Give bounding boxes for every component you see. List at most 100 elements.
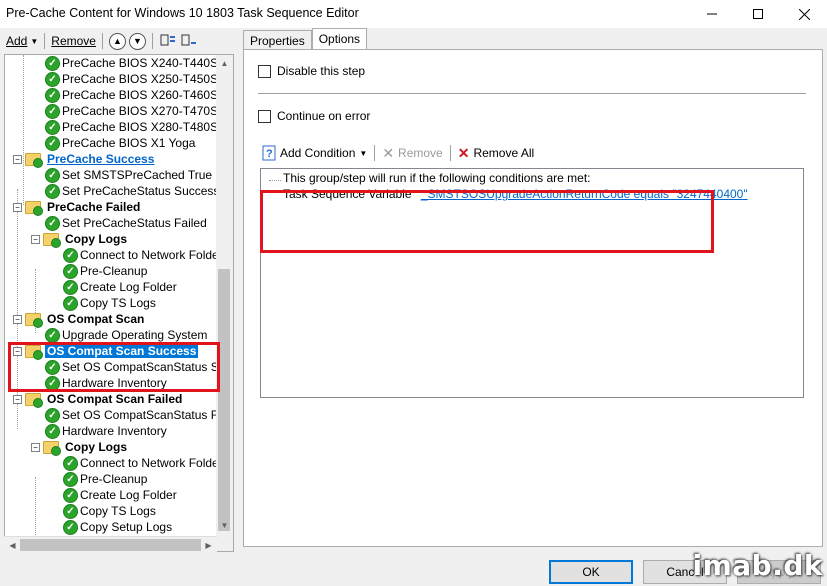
- close-button[interactable]: [781, 0, 827, 28]
- collapse-toggle-icon[interactable]: −: [13, 314, 22, 324]
- success-check-icon: ✓: [45, 167, 60, 183]
- tree-item[interactable]: ✓ PreCache BIOS X1 Yoga: [45, 135, 197, 151]
- success-check-icon: ✓: [63, 519, 78, 535]
- scroll-down-icon[interactable]: ▼: [216, 517, 233, 534]
- tree-item[interactable]: ✓ Connect to Network Folder: [63, 455, 225, 471]
- toolbar-divider: [374, 145, 376, 161]
- remove-all-label: Remove All: [473, 146, 535, 160]
- tree-item-label: PreCache BIOS X250-T450S: [62, 72, 219, 86]
- tree-item[interactable]: ✓ Pre-Cleanup: [63, 471, 149, 487]
- tree-group[interactable]: − Copy Logs: [31, 439, 129, 456]
- toolbar-divider: [101, 33, 103, 49]
- tree-group[interactable]: − PreCache Failed: [13, 199, 142, 216]
- success-check-icon: ✓: [63, 487, 78, 503]
- tab-properties[interactable]: Properties: [243, 30, 312, 50]
- tree-item-label: PreCache BIOS X240-T440S: [62, 56, 219, 70]
- tree-group[interactable]: − Copy Logs: [31, 231, 129, 248]
- scroll-left-icon[interactable]: ◀: [4, 537, 21, 554]
- tree-item-label: Set PreCacheStatus Success: [62, 184, 220, 198]
- tree-item[interactable]: ✓ Set SMSTSPreCached True: [45, 167, 214, 183]
- ok-button[interactable]: OK: [549, 560, 633, 584]
- continue-on-error-checkbox[interactable]: Continue on error: [258, 109, 370, 123]
- collapse-toggle-icon[interactable]: −: [13, 394, 22, 404]
- remove-button[interactable]: Remove: [51, 34, 96, 48]
- collapse-toggle-icon[interactable]: −: [13, 154, 22, 164]
- success-check-icon: ✓: [45, 135, 60, 151]
- collapse-all-icon[interactable]: [180, 33, 198, 49]
- tree-item[interactable]: ✓ Upgrade Operating System: [45, 327, 209, 343]
- tree-item[interactable]: ✓ Set OS CompatScanStatus Faile: [45, 407, 233, 423]
- collapse-toggle-icon[interactable]: −: [13, 202, 22, 212]
- tree-group-label: Copy Logs: [65, 232, 127, 246]
- success-check-icon: ✓: [45, 87, 60, 103]
- remove-condition-button[interactable]: ✕ Remove: [382, 145, 442, 162]
- tree-item[interactable]: ✓ PreCache BIOS X270-T470S: [45, 103, 220, 119]
- tree-item[interactable]: ✓ Pre-Cleanup: [63, 263, 149, 279]
- tree-item[interactable]: ✓ Create Log Folder: [63, 487, 179, 503]
- checkbox-box[interactable]: [258, 109, 271, 123]
- add-button[interactable]: Add: [6, 34, 27, 48]
- watermark-text: imab.dk: [692, 549, 823, 582]
- window-title: Pre-Cache Content for Windows 10 1803 Ta…: [6, 6, 359, 20]
- scroll-right-icon[interactable]: ▶: [200, 537, 217, 554]
- tree-group[interactable]: − PreCache Success: [13, 151, 156, 168]
- toolbar-divider: [44, 33, 46, 49]
- tree-vertical-scrollbar[interactable]: ▲ ▼: [216, 55, 233, 551]
- scroll-thumb[interactable]: [20, 539, 201, 551]
- tree-item[interactable]: ✓ Copy Setup Logs: [63, 519, 174, 535]
- tree-item[interactable]: ✓ PreCache BIOS X240-T440S: [45, 55, 220, 71]
- success-check-icon: ✓: [63, 295, 78, 311]
- add-condition-button[interactable]: ? Add Condition ▼: [262, 145, 367, 161]
- maximize-button[interactable]: [735, 0, 781, 28]
- scroll-up-icon[interactable]: ▲: [216, 55, 233, 72]
- success-check-icon: ✓: [63, 279, 78, 295]
- highlight-box: [8, 342, 220, 392]
- disable-step-checkbox[interactable]: Disable this step: [258, 64, 365, 78]
- tree-item[interactable]: ✓ Hardware Inventory: [45, 423, 169, 439]
- move-down-icon[interactable]: ▼: [128, 32, 146, 50]
- tree-item-label: Connect to Network Folder: [80, 456, 223, 470]
- tree-group[interactable]: − OS Compat Scan Failed: [13, 391, 184, 408]
- minimize-button[interactable]: [689, 0, 735, 28]
- tree-item[interactable]: ✓ Connect to Network Folder: [63, 247, 225, 263]
- tree-item[interactable]: ✓ Copy TS Logs: [63, 295, 158, 311]
- collapse-toggle-icon[interactable]: −: [31, 442, 40, 452]
- tree-item[interactable]: ✓ PreCache BIOS X260-T460S: [45, 87, 220, 103]
- condition-toolbar: ? Add Condition ▼ ✕ Remove ✕ Remove All: [260, 142, 804, 164]
- maximize-icon: [753, 9, 763, 19]
- add-dropdown-icon[interactable]: ▼: [30, 37, 38, 46]
- tree-item-label: Connect to Network Folder: [80, 248, 223, 262]
- collapse-toggle-icon[interactable]: −: [31, 234, 40, 244]
- tree-item-label: Pre-Cleanup: [80, 264, 148, 278]
- success-check-icon: ✓: [45, 327, 60, 343]
- options-panel: Disable this step Continue on error ? Ad…: [243, 49, 823, 547]
- tree-item[interactable]: ✓ PreCache BIOS X250-T450S: [45, 71, 220, 87]
- remove-all-x-icon: ✕: [457, 144, 470, 161]
- group-folder-icon: [43, 232, 61, 248]
- tab-strip: Properties Options: [243, 28, 368, 50]
- checkbox-box[interactable]: [258, 64, 271, 78]
- expand-all-icon[interactable]: [159, 33, 177, 49]
- tree-item[interactable]: ✓ Copy TS Logs: [63, 503, 158, 519]
- conditions-intro: This group/step will run if the followin…: [283, 171, 591, 185]
- tree-item[interactable]: ✓ Set PreCacheStatus Failed: [45, 215, 209, 231]
- toolbar-divider: [449, 145, 451, 161]
- tree-horizontal-scrollbar[interactable]: ◀ ▶: [4, 536, 217, 552]
- success-check-icon: ✓: [45, 423, 60, 439]
- success-check-icon: ✓: [45, 119, 60, 135]
- tree-item[interactable]: ✓ PreCache BIOS X280-T480S: [45, 119, 220, 135]
- tree-item[interactable]: ✓ Set PreCacheStatus Success: [45, 183, 221, 199]
- tree-group[interactable]: − OS Compat Scan: [13, 311, 146, 328]
- tab-options[interactable]: Options: [311, 28, 368, 50]
- title-bar: Pre-Cache Content for Windows 10 1803 Ta…: [0, 0, 827, 28]
- success-check-icon: ✓: [45, 183, 60, 199]
- remove-x-icon: ✕: [382, 144, 395, 161]
- remove-all-button[interactable]: ✕ Remove All: [458, 145, 534, 162]
- move-up-icon[interactable]: ▲: [108, 32, 126, 50]
- tree-item[interactable]: ✓ Create Log Folder: [63, 279, 179, 295]
- task-sequence-tree[interactable]: ✓ PreCache BIOS X240-T440S ✓ PreCache BIOS…: [4, 54, 234, 552]
- add-condition-label: Add Condition: [280, 146, 356, 160]
- tree-group-label: OS Compat Scan: [47, 312, 145, 326]
- tree-item-label: Create Log Folder: [80, 488, 177, 502]
- scroll-thumb[interactable]: [218, 269, 230, 531]
